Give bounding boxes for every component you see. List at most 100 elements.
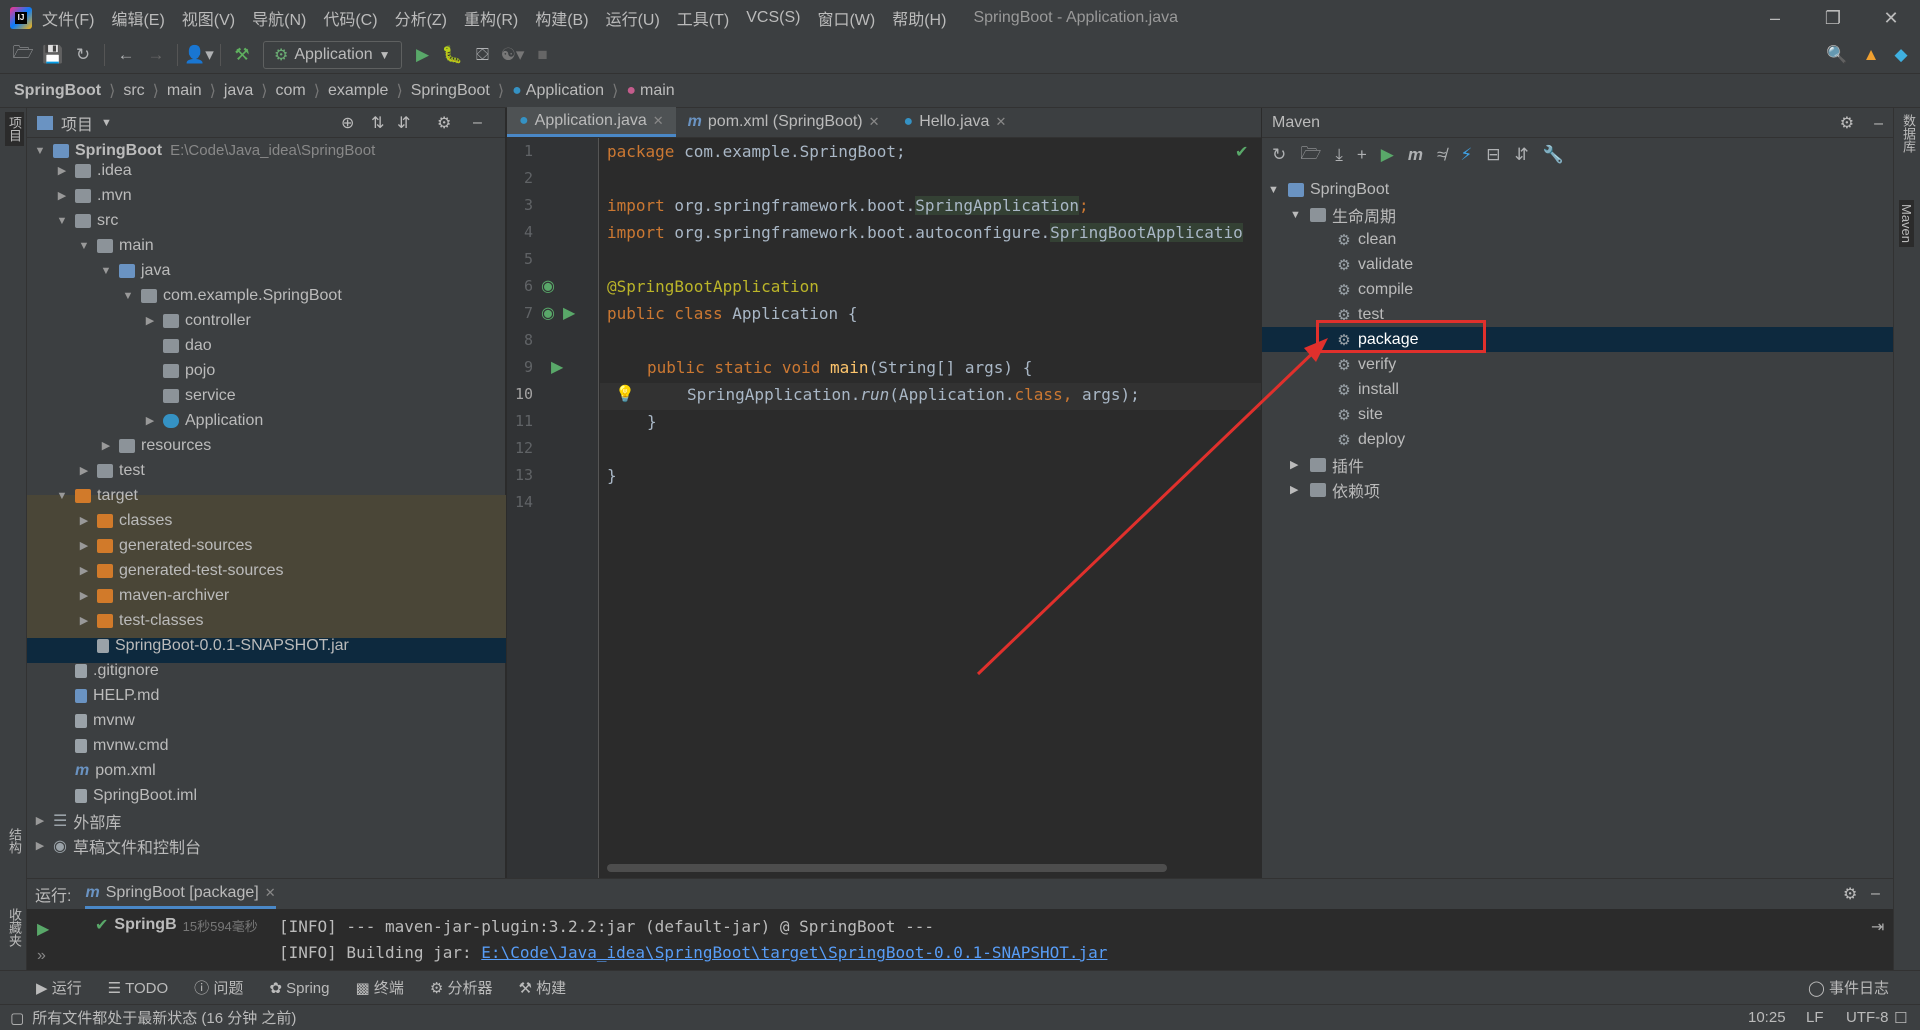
tree-item-idea[interactable]: ▶ .idea: [27, 158, 506, 183]
maven-project-root[interactable]: ▼ SpringBoot: [1262, 177, 1893, 202]
tree-item-application[interactable]: ▶ Application: [27, 408, 506, 433]
minimize-button[interactable]: –: [1746, 0, 1804, 36]
hide-icon[interactable]: –: [1874, 115, 1883, 132]
hide-icon[interactable]: –: [473, 114, 482, 132]
tool-terminal[interactable]: ▩ 终端: [355, 977, 403, 998]
menu-vcs[interactable]: VCS(S): [746, 9, 800, 27]
tree-item-mvnw[interactable]: mvnw: [27, 708, 506, 733]
toolbox-icon[interactable]: ◆: [1886, 40, 1916, 70]
breadcrumb-item[interactable]: main: [167, 82, 202, 100]
gear-icon[interactable]: ⚙: [1843, 884, 1857, 904]
maven-dependencies[interactable]: ▶ 依赖项: [1262, 477, 1893, 502]
breadcrumb-item[interactable]: SpringBoot: [411, 82, 490, 100]
run-tree-item[interactable]: ✔ SpringB 15秒594毫秒: [95, 915, 258, 935]
menu-view[interactable]: 视图(V): [182, 6, 235, 30]
tree-item-dao[interactable]: dao: [27, 333, 506, 358]
toggle-offline-icon[interactable]: ≉: [1437, 145, 1446, 165]
menu-tools[interactable]: 工具(T): [677, 6, 729, 30]
run-gutter-icon[interactable]: ▶: [563, 303, 575, 323]
tree-item-generated-test-sources[interactable]: ▶ generated-test-sources: [27, 558, 506, 583]
tab-application-java[interactable]: ● Application.java ✕: [507, 107, 676, 137]
forward-arrow-icon[interactable]: →: [141, 40, 171, 70]
tool-profiler[interactable]: ⚙ 分析器: [430, 977, 493, 998]
tree-item-generated-sources[interactable]: ▶ generated-sources: [27, 533, 506, 558]
project-tool-button[interactable]: 项目: [5, 112, 24, 146]
reload-icon[interactable]: ↻: [1272, 145, 1286, 165]
breadcrumb-item[interactable]: com: [275, 82, 305, 100]
breadcrumb-item[interactable]: src: [123, 82, 144, 100]
tree-item-main[interactable]: ▼ main: [27, 233, 506, 258]
tree-item-external-libraries[interactable]: ▶ ☰ 外部库: [27, 808, 506, 833]
menu-navigate[interactable]: 导航(N): [252, 6, 306, 30]
gear-icon[interactable]: ⚙: [1840, 115, 1854, 132]
file-encoding[interactable]: UTF-8: [1846, 1009, 1889, 1026]
tree-item-controller[interactable]: ▶ controller: [27, 308, 506, 333]
lightbulb-icon[interactable]: 💡: [615, 384, 635, 404]
close-tab-icon[interactable]: ✕: [265, 885, 276, 901]
search-icon[interactable]: 🔍: [1822, 40, 1852, 70]
run-icon[interactable]: ▶: [408, 40, 438, 70]
maven-goal-deploy[interactable]: ⚙ deploy: [1262, 427, 1893, 452]
tree-item-test[interactable]: ▶ test: [27, 458, 506, 483]
spring-bean-icon[interactable]: ◉: [541, 276, 555, 296]
run-gutter-icon[interactable]: ▶: [551, 357, 563, 377]
tree-item-iml[interactable]: SpringBoot.iml: [27, 783, 506, 808]
breadcrumb-item[interactable]: SpringBoot: [14, 82, 101, 100]
tab-hello-java[interactable]: ● Hello.java ✕: [892, 107, 1019, 137]
tree-item-package[interactable]: ▼ com.example.SpringBoot: [27, 283, 506, 308]
run-icon[interactable]: ▶: [1381, 145, 1394, 165]
tree-item-java[interactable]: ▼ java: [27, 258, 506, 283]
download-icon[interactable]: ⤓: [1335, 145, 1343, 165]
soft-wrap-icon[interactable]: ⇥: [1871, 917, 1884, 937]
maven-plugins[interactable]: ▶ 插件: [1262, 452, 1893, 477]
line-separator[interactable]: LF: [1806, 1009, 1824, 1026]
add-icon[interactable]: +: [1357, 145, 1367, 165]
rerun-icon[interactable]: ▶: [37, 919, 49, 939]
maven-goal-install[interactable]: ⚙ install: [1262, 377, 1893, 402]
maven-goal-site[interactable]: ⚙ site: [1262, 402, 1893, 427]
close-tab-icon[interactable]: ✕: [653, 113, 664, 129]
expand-all-icon[interactable]: ⇅: [371, 113, 384, 133]
chevron-down-icon[interactable]: ▼: [101, 117, 112, 129]
menu-refactor[interactable]: 重构(R): [464, 6, 518, 30]
more-icon[interactable]: »: [37, 947, 46, 965]
tool-spring[interactable]: ✿ Spring: [269, 979, 329, 997]
maven-lifecycle[interactable]: ▼ 生命周期: [1262, 202, 1893, 227]
tree-item-gitignore[interactable]: .gitignore: [27, 658, 506, 683]
update-icon[interactable]: ▲: [1856, 40, 1886, 70]
tree-item-test-classes[interactable]: ▶ test-classes: [27, 608, 506, 633]
tree-item-jar[interactable]: SpringBoot-0.0.1-SNAPSHOT.jar: [27, 633, 506, 658]
tree-item-maven-archiver[interactable]: ▶ maven-archiver: [27, 583, 506, 608]
run-tab[interactable]: m SpringBoot [package] ✕: [85, 879, 276, 909]
breadcrumb-item[interactable]: main: [640, 82, 675, 100]
maven-tool-button[interactable]: Maven: [1899, 200, 1914, 248]
tool-run[interactable]: ▶ 运行: [36, 977, 82, 998]
maven-goal-compile[interactable]: ⚙ compile: [1262, 277, 1893, 302]
tree-item-src[interactable]: ▼ src: [27, 208, 506, 233]
restore-button[interactable]: ❐: [1804, 0, 1862, 36]
collapse-all-icon[interactable]: ⇵: [397, 113, 410, 133]
lock-icon[interactable]: ☐: [1894, 1009, 1907, 1027]
tree-item-pom-xml[interactable]: m pom.xml: [27, 758, 506, 783]
menu-file[interactable]: 文件(F): [42, 6, 94, 30]
skip-tests-icon[interactable]: ⚡: [1460, 145, 1472, 165]
breadcrumb-item[interactable]: example: [328, 82, 388, 100]
project-panel-title[interactable]: 项目: [61, 111, 93, 135]
maven-goal-validate[interactable]: ⚙ validate: [1262, 252, 1893, 277]
tree-item-help-md[interactable]: HELP.md: [27, 683, 506, 708]
tree-item-target[interactable]: ▼ target: [27, 483, 506, 508]
breadcrumb-item[interactable]: Application: [526, 82, 604, 100]
menu-help[interactable]: 帮助(H): [892, 6, 946, 30]
menu-analyze[interactable]: 分析(Z): [395, 6, 447, 30]
menu-build[interactable]: 构建(B): [535, 6, 588, 30]
database-tool-button[interactable]: 数据库: [1899, 114, 1918, 153]
gear-icon[interactable]: ⚙: [437, 113, 451, 133]
favorites-tool-button[interactable]: 收藏夹: [5, 908, 24, 947]
close-tab-icon[interactable]: ✕: [995, 114, 1006, 130]
maven-goal-clean[interactable]: ⚙ clean: [1262, 227, 1893, 252]
locate-icon[interactable]: ⊕: [341, 113, 354, 133]
back-arrow-icon[interactable]: ←: [111, 40, 141, 70]
maven-goal-icon[interactable]: m: [1408, 145, 1423, 165]
hide-icon[interactable]: –: [1871, 885, 1880, 903]
add-folder-icon[interactable]: 🗁: [1300, 141, 1321, 170]
